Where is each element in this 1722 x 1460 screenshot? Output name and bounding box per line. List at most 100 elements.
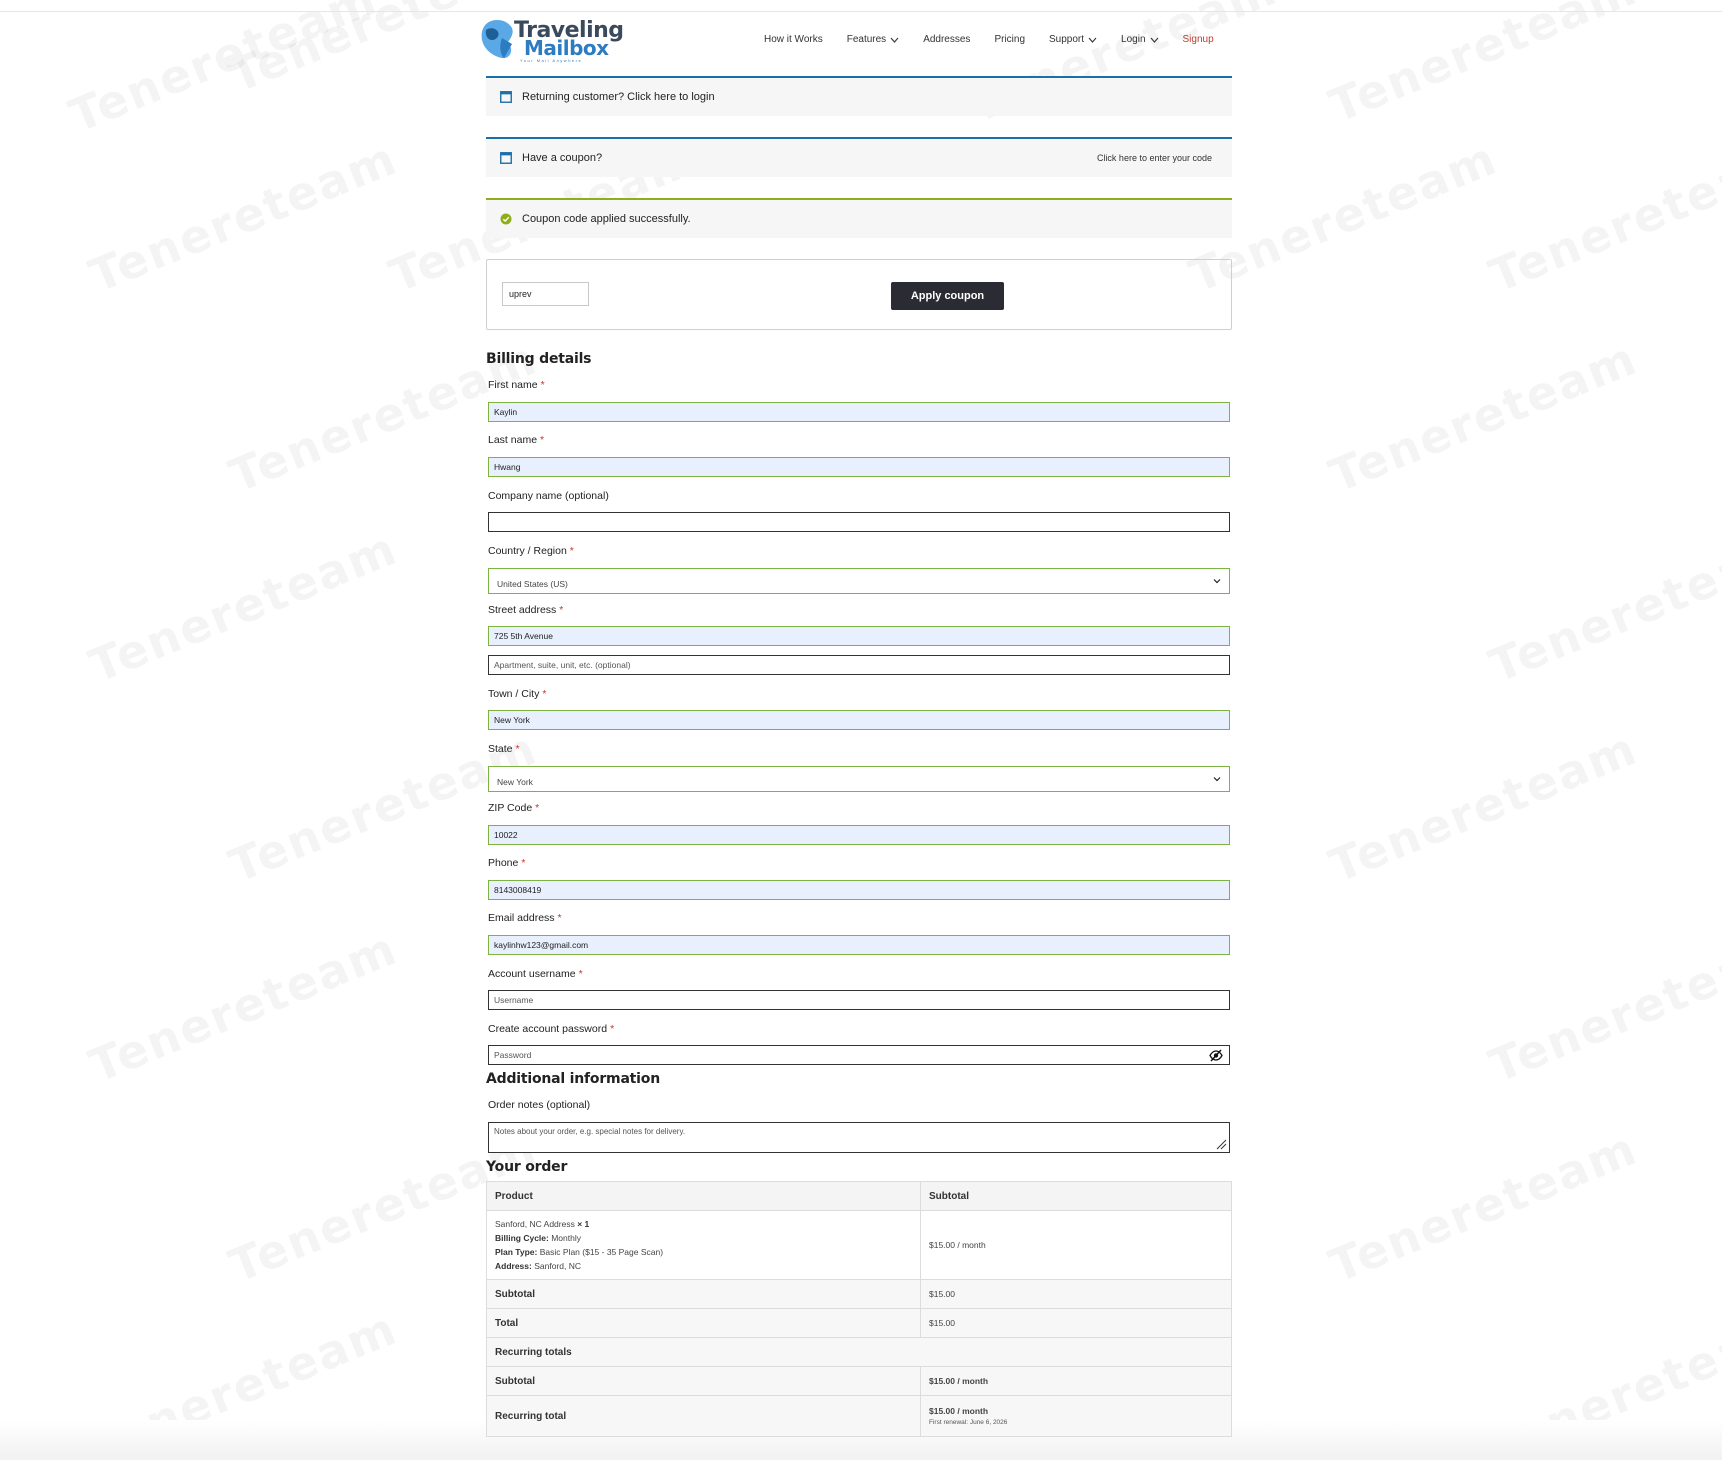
billing-heading: Billing details xyxy=(486,351,592,367)
coupon-form: Apply coupon xyxy=(486,259,1232,330)
label-text: Last name xyxy=(488,434,538,446)
state-label: State * xyxy=(488,743,520,755)
zip-field[interactable]: 10022 xyxy=(488,825,1230,845)
column-header-product: Product xyxy=(486,1181,921,1211)
first-name-field[interactable]: Kaylin xyxy=(488,402,1230,422)
resize-handle-icon[interactable] xyxy=(1215,1138,1227,1150)
recurring-totals-heading: Recurring totals xyxy=(486,1337,1232,1367)
required-mark: * xyxy=(540,379,545,391)
label-text: Order notes (optional) xyxy=(488,1099,591,1111)
password-field[interactable]: Password xyxy=(488,1045,1230,1065)
nav-pricing[interactable]: Pricing xyxy=(994,34,1025,45)
recurring-total-cell: $15.00 / month First renewal: June 6, 20… xyxy=(920,1395,1232,1437)
required-mark: * xyxy=(569,545,574,557)
table-row: Sanford, NC Address × 1 Billing Cycle: M… xyxy=(486,1210,1232,1280)
watermark: Tenereteam xyxy=(82,521,405,693)
nav-login[interactable]: Login xyxy=(1121,34,1158,45)
field-placeholder: Apartment, suite, unit, etc. (optional) xyxy=(494,660,631,670)
chevron-down-icon xyxy=(1150,37,1158,43)
nav-addresses[interactable]: Addresses xyxy=(923,34,970,45)
order-notes-textarea[interactable]: Notes about your order, e.g. special not… xyxy=(488,1122,1230,1153)
label-text: Company name (optional) xyxy=(488,490,609,502)
label-text: Street address xyxy=(488,604,557,616)
chevron-down-icon xyxy=(1213,777,1221,782)
watermark: Tenereteam xyxy=(1322,331,1645,503)
phone-field[interactable]: 8143008419 xyxy=(488,880,1230,900)
watermark: Tenereteam xyxy=(1322,1121,1645,1293)
field-value: Hwang xyxy=(494,462,521,472)
last-name-field[interactable]: Hwang xyxy=(488,457,1230,477)
label-text: Create account password xyxy=(488,1023,608,1035)
checkout-page: Traveling Mailbox Your Mail Anywhere How… xyxy=(478,0,1238,1437)
field-value: kaylinhw123@gmail.com xyxy=(494,940,589,950)
nav-label: Pricing xyxy=(994,34,1026,45)
country-select[interactable]: United States (US) xyxy=(488,568,1230,594)
label-text: Account username xyxy=(488,968,576,980)
email-label: Email address * xyxy=(488,912,562,924)
coupon-notice: Have a coupon? Click here to enter your … xyxy=(486,137,1232,177)
watermark: Tenereteam xyxy=(1482,131,1722,303)
city-label: Town / City * xyxy=(488,688,546,700)
main-nav: How it Works Features Addresses Pricing … xyxy=(764,34,1214,45)
select-value: New York xyxy=(497,777,533,787)
nav-support[interactable]: Support xyxy=(1049,34,1097,45)
email-field[interactable]: kaylinhw123@gmail.com xyxy=(488,935,1230,955)
first-renewal-date: First renewal: June 6, 2026 xyxy=(929,1419,1008,1426)
field-value: Kaylin xyxy=(494,407,518,417)
label-text: ZIP Code xyxy=(488,802,533,814)
nav-signup[interactable]: Signup xyxy=(1183,34,1214,45)
required-mark: * xyxy=(535,802,540,814)
watermark: Tenereteam xyxy=(62,0,385,143)
username-field[interactable]: Username xyxy=(488,990,1230,1010)
eye-off-icon[interactable] xyxy=(1209,1049,1223,1062)
field-value: 10022 xyxy=(494,830,518,840)
select-value: United States (US) xyxy=(497,579,568,589)
nav-features[interactable]: Features xyxy=(847,34,899,45)
required-mark: * xyxy=(542,688,547,700)
required-mark: * xyxy=(540,434,545,446)
your-order-heading: Your order xyxy=(486,1159,568,1175)
state-select[interactable]: New York xyxy=(488,766,1230,792)
table-row: Recurring totals xyxy=(486,1337,1232,1367)
billing-cycle-label: Billing Cycle: xyxy=(495,1233,549,1243)
label-text: Country / Region xyxy=(488,545,567,557)
subtotal-value: $15.00 xyxy=(920,1279,1232,1309)
product-price: $15.00 / month xyxy=(920,1210,1232,1280)
username-label: Account username * xyxy=(488,968,583,980)
watermark: Tenereteam xyxy=(82,921,405,1093)
nav-how-it-works[interactable]: How it Works xyxy=(764,34,823,45)
table-row: Subtotal $15.00 / month xyxy=(486,1366,1232,1396)
product-qty: × 1 xyxy=(577,1219,590,1229)
site-logo[interactable]: Traveling Mailbox Your Mail Anywhere xyxy=(478,16,624,63)
billing-cycle-line: Billing Cycle: Monthly xyxy=(495,1231,912,1245)
returning-customer-notice[interactable]: Returning customer? Click here to login xyxy=(486,76,1232,116)
street-address-field[interactable]: 725 5th Avenue xyxy=(488,626,1230,646)
city-field[interactable]: New York xyxy=(488,710,1230,730)
required-mark: * xyxy=(578,968,583,980)
apply-coupon-button[interactable]: Apply coupon xyxy=(891,282,1004,310)
label-text: Email address xyxy=(488,912,555,924)
label-text: Phone xyxy=(488,857,519,869)
nav-label: Signup xyxy=(1182,34,1214,45)
last-name-label: Last name * xyxy=(488,434,544,446)
enter-coupon-link[interactable]: Click here to enter your code xyxy=(1097,153,1212,163)
recurring-subtotal-value: $15.00 / month xyxy=(920,1366,1232,1396)
required-mark: * xyxy=(557,912,562,924)
field-value: 725 5th Avenue xyxy=(494,631,553,641)
zip-label: ZIP Code * xyxy=(488,802,539,814)
nav-label: Addresses xyxy=(923,34,971,45)
address-label: Address: xyxy=(495,1261,532,1271)
company-field[interactable] xyxy=(488,512,1230,532)
address-line: Address: Sanford, NC xyxy=(495,1259,912,1273)
coupon-success-text: Coupon code applied successfully. xyxy=(522,213,691,225)
field-placeholder: Notes about your order, e.g. special not… xyxy=(494,1127,686,1136)
street-address-line2-field[interactable]: Apartment, suite, unit, etc. (optional) xyxy=(488,655,1230,675)
order-review-table: Product Subtotal Sanford, NC Address × 1… xyxy=(486,1181,1232,1437)
total-label: Total xyxy=(486,1308,921,1338)
country-label: Country / Region * xyxy=(488,545,574,557)
nav-label: Features xyxy=(846,34,887,45)
coupon-code-input[interactable] xyxy=(502,282,589,306)
address-value: Sanford, NC xyxy=(534,1261,581,1271)
plan-type-value: Basic Plan ($15 - 35 Page Scan) xyxy=(539,1247,664,1257)
required-mark: * xyxy=(559,604,564,616)
